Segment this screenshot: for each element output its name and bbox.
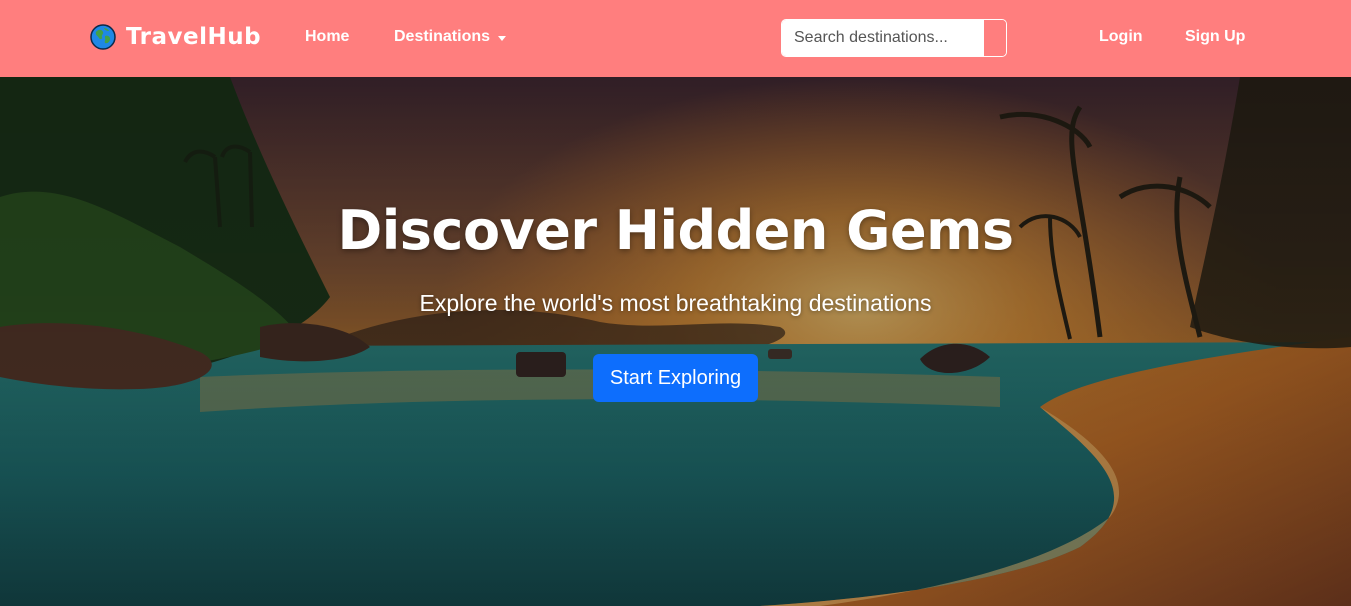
search-form [781,19,1007,57]
login-link[interactable]: Login [1099,28,1143,46]
brand-link[interactable]: TravelHub [90,24,261,50]
navbar: TravelHub Home Destinations Login Sign U… [0,0,1351,77]
nav-destinations-label: Destinations [394,28,491,45]
hero-section: Discover Hidden Gems Explore the world's… [0,77,1351,606]
hero-subtitle: Explore the world's most breathtaking de… [419,290,932,316]
hero-title: Discover Hidden Gems [337,199,1014,262]
globe-icon [90,24,116,50]
nav-destinations-dropdown[interactable]: Destinations [394,28,507,46]
brand-name: TravelHub [126,24,262,50]
start-exploring-button[interactable]: Start Exploring [593,354,758,402]
hero-background-image [0,77,1351,606]
nav-home-link[interactable]: Home [305,28,349,46]
search-button[interactable] [983,20,1006,56]
signup-link[interactable]: Sign Up [1185,28,1245,46]
chevron-down-icon [498,35,507,41]
search-input[interactable] [782,20,983,56]
